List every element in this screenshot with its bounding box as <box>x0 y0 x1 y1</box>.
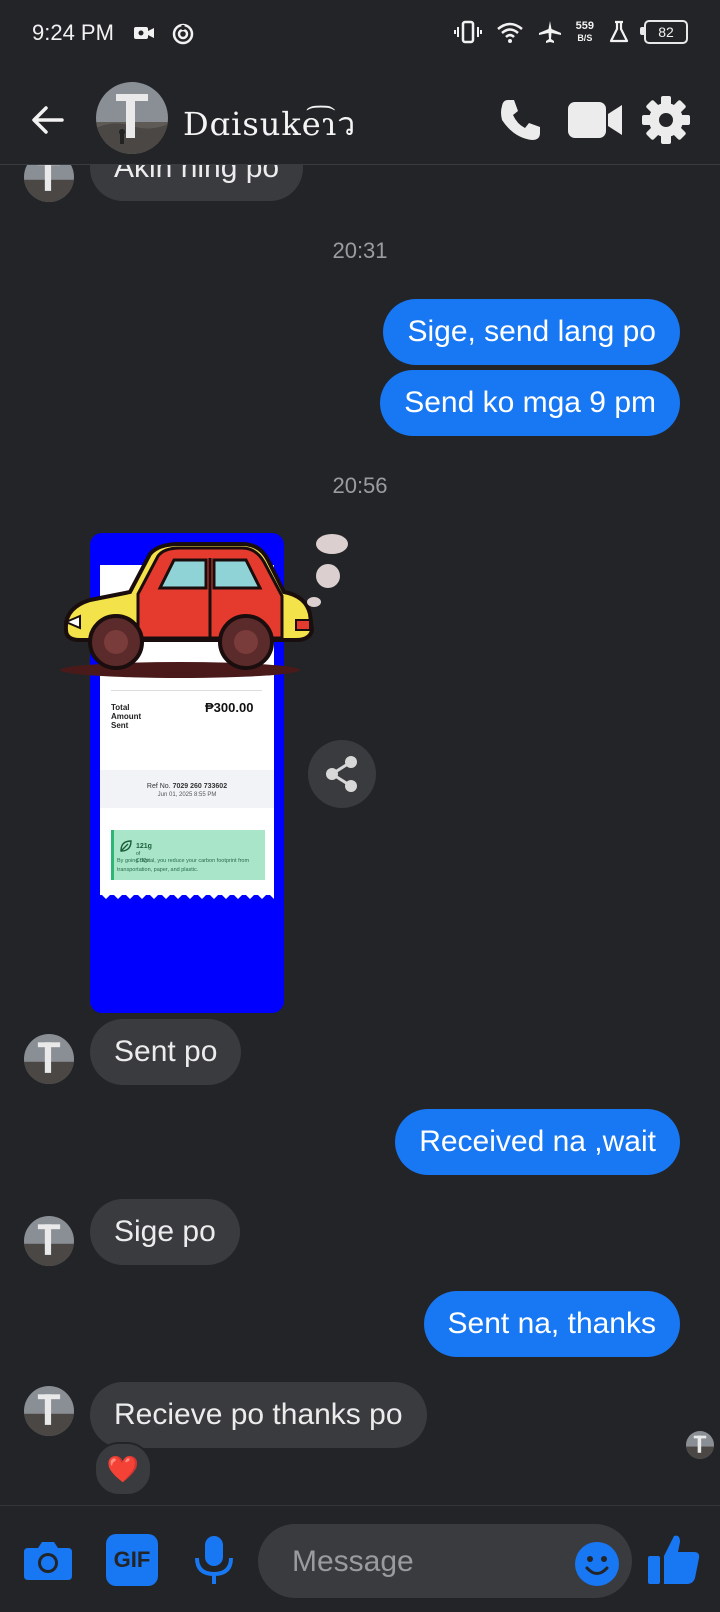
timestamp: 20:31 <box>332 238 388 263</box>
leaf-icon <box>120 840 132 852</box>
outgoing-message[interactable]: Sige, send lang po <box>383 299 680 365</box>
contact-avatar[interactable] <box>96 82 168 154</box>
message-composer: GIF <box>0 1505 720 1612</box>
outgoing-message[interactable]: Sent na, thanks <box>423 1291 680 1357</box>
back-arrow-icon[interactable] <box>26 98 70 142</box>
incoming-message[interactable]: Recieve po thanks po <box>90 1382 427 1448</box>
read-receipt-avatar <box>686 1431 714 1459</box>
receipt-ref-label: Ref No. <box>146 783 171 790</box>
receipt-total-value: ₱300.00 <box>205 700 254 715</box>
sender-avatar[interactable] <box>24 1386 74 1436</box>
sender-avatar[interactable] <box>24 1216 74 1266</box>
timestamp: 20:56 <box>332 473 388 498</box>
receipt-ref: Ref No. 7029 260 733602 <box>100 783 274 790</box>
thumbs-up-icon[interactable] <box>646 1532 702 1588</box>
receipt-date: Jun 01, 2025 8:55 PM <box>157 792 217 798</box>
carbon-text: By going digital, you reduce your carbon… <box>117 858 250 873</box>
emoji-icon[interactable] <box>574 1541 620 1587</box>
outgoing-message[interactable]: Received na ,wait <box>395 1109 680 1175</box>
outgoing-message[interactable]: Send ko mga 9 pm <box>380 370 680 436</box>
sender-avatar[interactable] <box>24 1034 74 1084</box>
gear-icon[interactable] <box>640 94 692 146</box>
carbon-value-number: 121g <box>136 843 152 850</box>
receipt-total-label: Total Amount Sent <box>111 703 142 730</box>
receipt-ref-number: 7029 260 733602 <box>172 783 228 790</box>
video-camera-icon[interactable] <box>566 94 624 146</box>
contact-name[interactable]: Dɑisuke͡ɿว <box>183 99 356 150</box>
gif-icon: GIF <box>113 1547 151 1572</box>
share-button[interactable] <box>308 740 376 808</box>
receipt-divider <box>111 690 262 691</box>
message-list: Akin ning po 20:31 Sige, send lang po Se… <box>0 0 720 1505</box>
chat-header: Dɑisuke͡ɿว <box>0 72 720 165</box>
share-icon <box>326 756 357 792</box>
camera-icon[interactable] <box>22 1534 74 1586</box>
incoming-message[interactable]: Sent po <box>90 1019 242 1085</box>
receipt-zigzag-edge <box>100 893 274 899</box>
incoming-message[interactable]: Sige po <box>90 1199 240 1265</box>
reaction-badge[interactable]: ❤️ <box>94 1442 152 1496</box>
phone-icon[interactable] <box>494 94 546 146</box>
car-sticker <box>60 534 348 678</box>
gif-button[interactable]: GIF <box>106 1534 158 1586</box>
microphone-icon[interactable] <box>192 1534 236 1586</box>
message-input[interactable] <box>290 1524 554 1600</box>
